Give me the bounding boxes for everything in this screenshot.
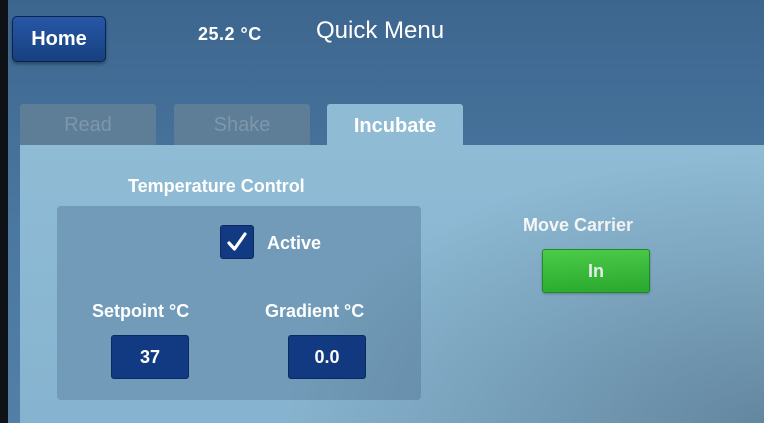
move-carrier-label: Move Carrier [523, 215, 634, 235]
gradient-label: Gradient °C [265, 301, 365, 321]
tab-shake[interactable]: Shake [174, 104, 310, 146]
carrier-in-button[interactable]: In [542, 249, 650, 293]
setpoint-label: Setpoint °C [92, 301, 190, 321]
current-temperature: 25.2 °C [198, 24, 262, 44]
temperature-control-title: Temperature Control [128, 176, 305, 196]
home-button[interactable]: Home [12, 16, 106, 62]
gradient-field[interactable]: 0.0 [288, 335, 366, 379]
active-label: Active [267, 233, 322, 253]
setpoint-field[interactable]: 37 [111, 335, 189, 379]
checkmark-icon [227, 232, 247, 251]
page-title: Quick Menu [316, 17, 445, 44]
active-checkbox[interactable] [220, 225, 254, 259]
tab-read[interactable]: Read [20, 104, 156, 146]
tab-incubate[interactable]: Incubate [327, 104, 463, 148]
quick-menu-screen: Home 25.2 °C Quick Menu Read Shake Incub… [8, 0, 764, 423]
